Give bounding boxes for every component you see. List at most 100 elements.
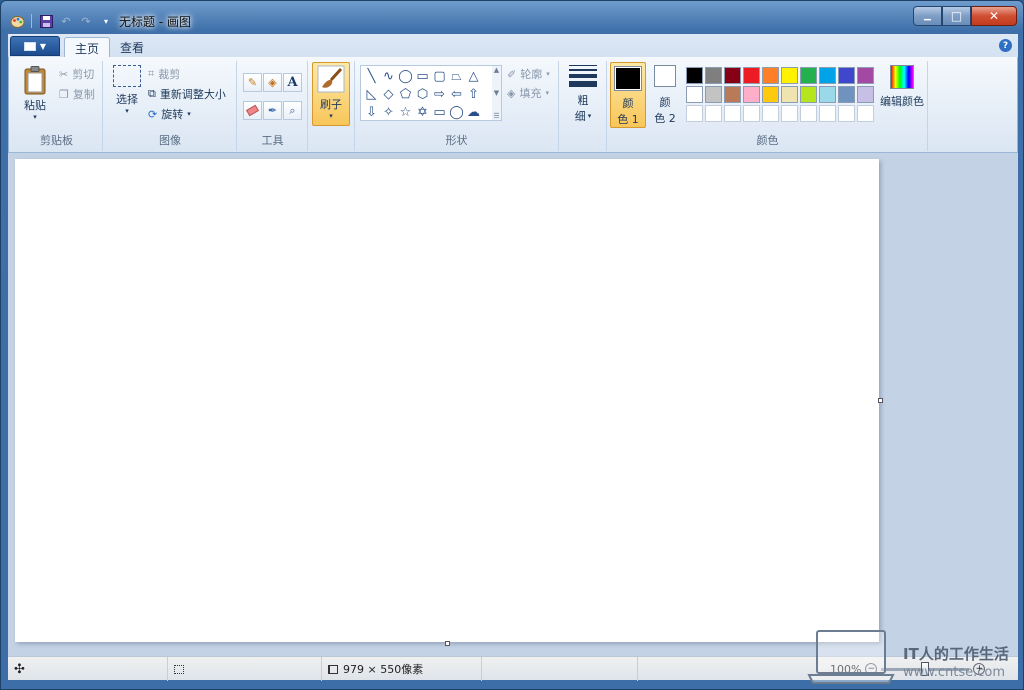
palette-color-swatch[interactable] — [705, 67, 722, 84]
brush-icon — [317, 65, 345, 93]
tab-view[interactable]: 查看 — [110, 37, 154, 58]
paint-app-icon[interactable] — [9, 13, 25, 29]
eraser-tool[interactable] — [243, 101, 262, 120]
right-arrow-shape-icon[interactable]: ⇨ — [431, 85, 448, 103]
paint-menu-button[interactable]: ▼ — [10, 36, 60, 56]
palette-color-swatch[interactable] — [819, 67, 836, 84]
palette-color-swatch[interactable] — [838, 105, 855, 122]
palette-color-swatch[interactable] — [686, 67, 703, 84]
palette-color-swatch[interactable] — [857, 86, 874, 103]
copy-label: 复制 — [72, 88, 95, 101]
palette-color-swatch[interactable] — [724, 67, 741, 84]
left-arrow-shape-icon[interactable]: ⇦ — [448, 85, 465, 103]
palette-color-swatch[interactable] — [743, 105, 760, 122]
minimize-button[interactable]: ▁ — [913, 6, 942, 26]
customize-qat-icon[interactable]: ▾ — [98, 13, 114, 29]
palette-color-swatch[interactable] — [800, 105, 817, 122]
curve-shape-icon[interactable]: ∿ — [380, 67, 397, 85]
five-point-star-shape-icon[interactable]: ☆ — [397, 103, 414, 121]
magnifier-tool[interactable]: ⌕ — [283, 101, 302, 120]
line-shape-icon[interactable]: ╲ — [363, 67, 380, 85]
rectangle-shape-icon[interactable]: ▭ — [414, 67, 431, 85]
oval-shape-icon[interactable]: ◯ — [397, 67, 414, 85]
resize-handle-right[interactable] — [878, 398, 883, 403]
palette-color-swatch[interactable] — [819, 86, 836, 103]
help-icon[interactable]: ? — [999, 39, 1012, 52]
image-dimensions: 979 × 550像素 — [343, 663, 424, 676]
palette-color-swatch[interactable] — [819, 105, 836, 122]
palette-color-swatch[interactable] — [857, 67, 874, 84]
four-point-star-shape-icon[interactable]: ✧ — [380, 103, 397, 121]
palette-color-swatch[interactable] — [781, 67, 798, 84]
palette-color-swatch[interactable] — [762, 67, 779, 84]
color2-label-line2: 色 2 — [654, 112, 676, 125]
text-tool[interactable]: A — [283, 73, 302, 92]
color2-button[interactable]: 颜 色 2 — [650, 65, 680, 126]
file-size-cell — [482, 657, 638, 681]
down-arrow-shape-icon[interactable]: ⇩ — [363, 103, 380, 121]
palette-color-swatch[interactable] — [724, 86, 741, 103]
pencil-tool[interactable]: ✎ — [243, 73, 262, 92]
resize-button[interactable]: ⧉ 重新调整大小 — [148, 86, 226, 102]
palette-color-swatch[interactable] — [800, 86, 817, 103]
size-button[interactable]: 粗 细 ▾ — [566, 65, 600, 124]
right-triangle-shape-icon[interactable]: ◺ — [363, 85, 380, 103]
image-size-cell: 979 × 550像素 — [322, 657, 482, 681]
palette-color-swatch[interactable] — [781, 105, 798, 122]
brushes-button[interactable]: 刷子 ▾ — [312, 62, 350, 126]
hexagon-shape-icon[interactable]: ⬡ — [414, 85, 431, 103]
oval-callout-shape-icon[interactable]: ◯ — [448, 103, 465, 121]
paste-button[interactable]: 粘贴 ▾ — [17, 65, 53, 121]
close-button[interactable]: ✕ — [971, 6, 1017, 26]
palette-color-swatch[interactable] — [800, 67, 817, 84]
edit-colors-button[interactable]: 编辑颜色 — [878, 65, 926, 109]
color1-button[interactable]: 颜 色 1 — [610, 62, 646, 128]
pentagon-shape-icon[interactable]: ⬠ — [397, 85, 414, 103]
palette-color-swatch[interactable] — [781, 86, 798, 103]
cloud-callout-shape-icon[interactable]: ☁ — [465, 103, 482, 121]
chevron-down-icon: ▾ — [545, 89, 549, 97]
palette-color-swatch[interactable] — [838, 67, 855, 84]
rotate-button[interactable]: ⟳ 旋转 ▾ — [148, 106, 191, 122]
save-icon[interactable] — [38, 13, 54, 29]
outline-label: 轮廓 — [520, 68, 543, 81]
palette-color-swatch[interactable] — [724, 105, 741, 122]
undo-icon[interactable]: ↶ — [58, 13, 74, 29]
fill-button[interactable]: ◈ 填充 ▾ — [507, 85, 549, 101]
shapes-group: ╲ ∿ ◯ ▭ ▢ ⏢ △ ◺ ◇ ⬠ ⬡ ⇨ ⇦ ⇧ ⇩ ✧ ☆ ✡ ▭ ◯ — [355, 61, 559, 151]
palette-color-swatch[interactable] — [743, 67, 760, 84]
diamond-shape-icon[interactable]: ◇ — [380, 85, 397, 103]
color-picker-tool[interactable]: ✒ — [263, 101, 282, 120]
palette-color-swatch[interactable] — [705, 105, 722, 122]
triangle-shape-icon[interactable]: △ — [465, 67, 482, 85]
palette-color-swatch[interactable] — [705, 86, 722, 103]
rounded-callout-shape-icon[interactable]: ▭ — [431, 103, 448, 121]
palette-color-swatch[interactable] — [743, 86, 760, 103]
palette-color-swatch[interactable] — [686, 86, 703, 103]
up-arrow-shape-icon[interactable]: ⇧ — [465, 85, 482, 103]
rounded-rectangle-shape-icon[interactable]: ▢ — [431, 67, 448, 85]
six-point-star-shape-icon[interactable]: ✡ — [414, 103, 431, 121]
scroll-down-icon[interactable]: ▼ — [494, 89, 499, 97]
tab-home[interactable]: 主页 — [64, 37, 111, 58]
polygon-shape-icon[interactable]: ⏢ — [448, 67, 465, 85]
crop-button[interactable]: ⌗ 裁剪 — [148, 66, 180, 82]
expand-gallery-icon[interactable]: ☰ — [493, 112, 499, 120]
palette-color-swatch[interactable] — [686, 105, 703, 122]
maximize-button[interactable]: □ — [942, 6, 971, 26]
copy-button[interactable]: ❐ 复制 — [59, 86, 95, 102]
cut-button[interactable]: ✂ 剪切 — [59, 66, 94, 82]
canvas-area[interactable] — [8, 153, 1018, 656]
fill-tool[interactable]: ◈ — [263, 73, 282, 92]
scroll-up-icon[interactable]: ▲ — [494, 66, 499, 74]
outline-button[interactable]: ✐ 轮廓 ▾ — [507, 66, 550, 82]
palette-color-swatch[interactable] — [762, 105, 779, 122]
select-button[interactable]: 选择 ▾ — [110, 65, 144, 115]
palette-color-swatch[interactable] — [857, 105, 874, 122]
drawing-canvas[interactable] — [15, 159, 879, 642]
resize-handle-bottom[interactable] — [445, 641, 450, 646]
redo-icon[interactable]: ↷ — [78, 13, 94, 29]
palette-color-swatch[interactable] — [762, 86, 779, 103]
shapes-scrollbar[interactable]: ▲ ▼ ☰ — [492, 65, 502, 121]
palette-color-swatch[interactable] — [838, 86, 855, 103]
